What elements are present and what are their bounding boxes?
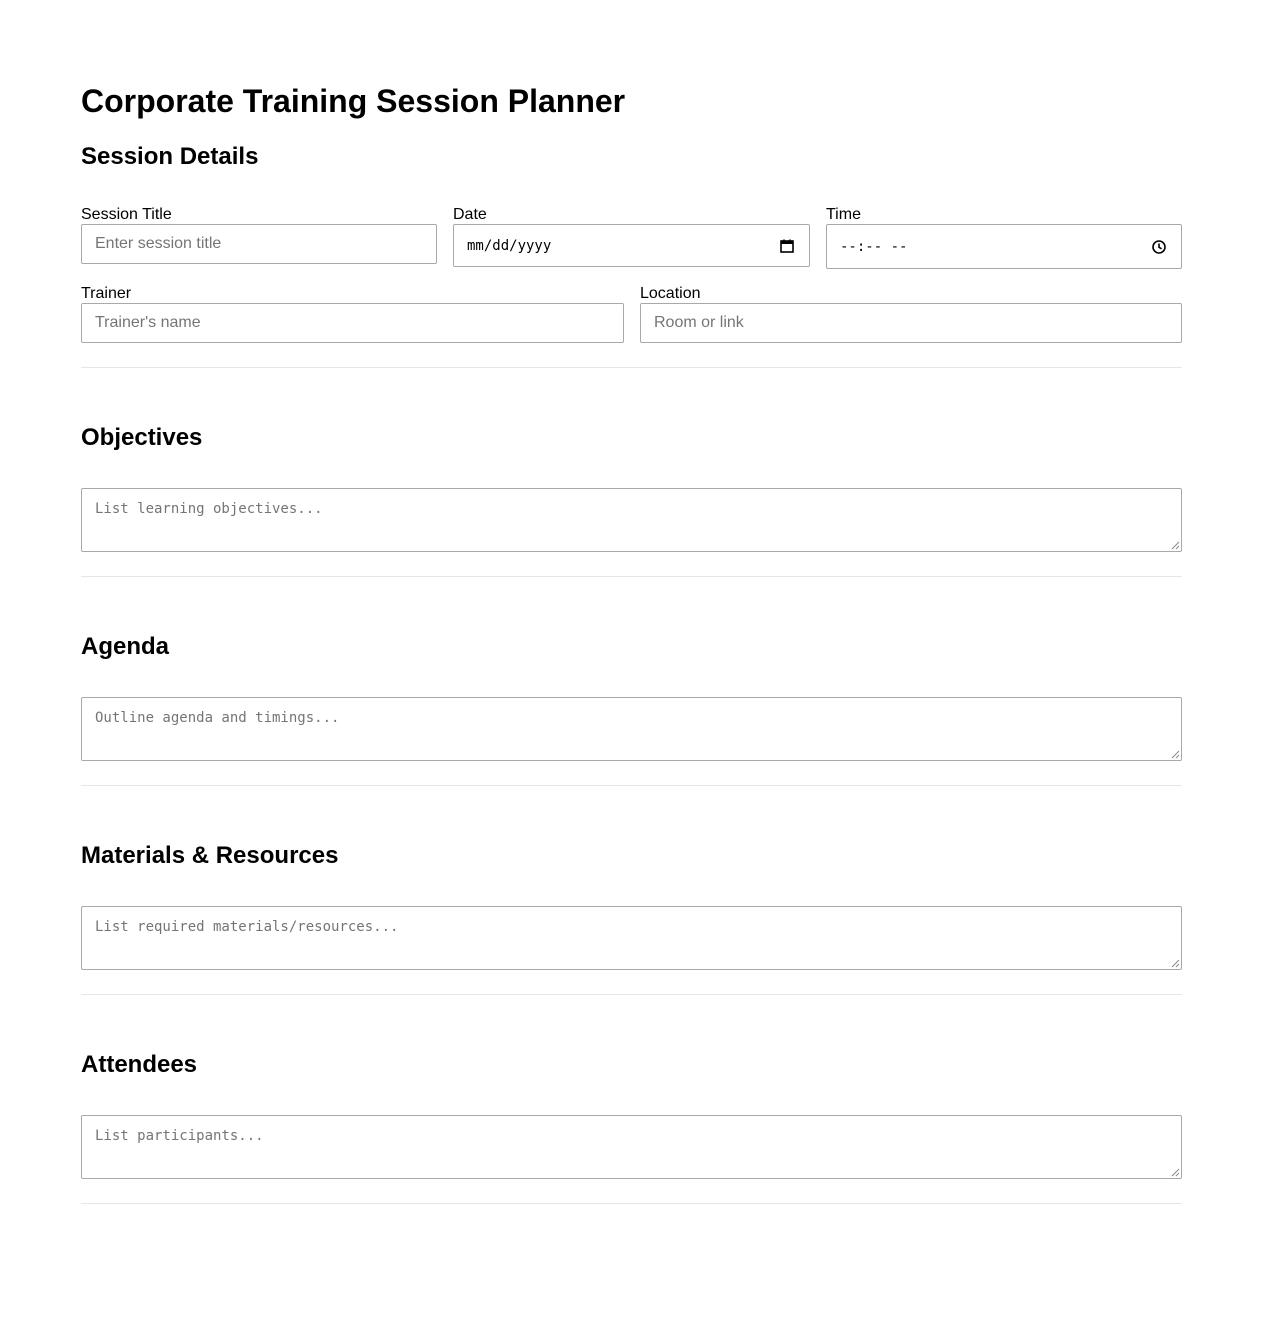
section-divider: [81, 576, 1182, 577]
agenda-heading: Agenda: [81, 633, 170, 660]
date-input[interactable]: mm/dd/yyyy: [453, 224, 810, 267]
attendees-heading: Attendees: [81, 1051, 198, 1078]
section-divider: [81, 367, 1182, 368]
agenda-textarea[interactable]: Outline agenda and timings...: [81, 697, 1182, 761]
materials-placeholder: List required materials/resources...: [95, 919, 399, 935]
page: Corporate Training Session Planner Sessi…: [0, 0, 1263, 1328]
resize-handle-icon[interactable]: [1171, 1168, 1180, 1177]
clock-icon[interactable]: [1151, 239, 1167, 255]
objectives-textarea[interactable]: List learning objectives...: [81, 488, 1182, 552]
time-value: --:-- --: [840, 239, 908, 255]
attendees-placeholder: List participants...: [95, 1128, 264, 1144]
section-divider: [81, 994, 1182, 995]
session-details-heading: Session Details: [81, 143, 259, 170]
section-divider: [81, 785, 1182, 786]
trainer-placeholder: Trainer's name: [95, 314, 201, 331]
agenda-placeholder: Outline agenda and timings...: [95, 710, 340, 726]
time-label: Time: [826, 206, 861, 223]
session-title-label: Session Title: [81, 206, 172, 223]
date-value: mm/dd/yyyy: [467, 238, 552, 254]
trainer-input[interactable]: Trainer's name: [81, 303, 624, 343]
materials-textarea[interactable]: List required materials/resources...: [81, 906, 1182, 970]
time-input[interactable]: --:-- --: [826, 224, 1182, 269]
objectives-heading: Objectives: [81, 424, 203, 451]
location-label: Location: [640, 285, 701, 302]
attendees-textarea[interactable]: List participants...: [81, 1115, 1182, 1179]
resize-handle-icon[interactable]: [1171, 750, 1180, 759]
page-title: Corporate Training Session Planner: [81, 83, 626, 119]
resize-handle-icon[interactable]: [1171, 541, 1180, 550]
session-title-input[interactable]: Enter session title: [81, 224, 437, 264]
date-label: Date: [453, 206, 487, 223]
section-divider: [81, 1203, 1182, 1204]
objectives-placeholder: List learning objectives...: [95, 501, 323, 517]
calendar-icon[interactable]: [779, 238, 795, 254]
materials-heading: Materials & Resources: [81, 842, 339, 869]
trainer-label: Trainer: [81, 285, 132, 302]
resize-handle-icon[interactable]: [1171, 959, 1180, 968]
session-title-placeholder: Enter session title: [95, 235, 222, 252]
location-input[interactable]: Room or link: [640, 303, 1182, 343]
location-placeholder: Room or link: [654, 314, 744, 331]
